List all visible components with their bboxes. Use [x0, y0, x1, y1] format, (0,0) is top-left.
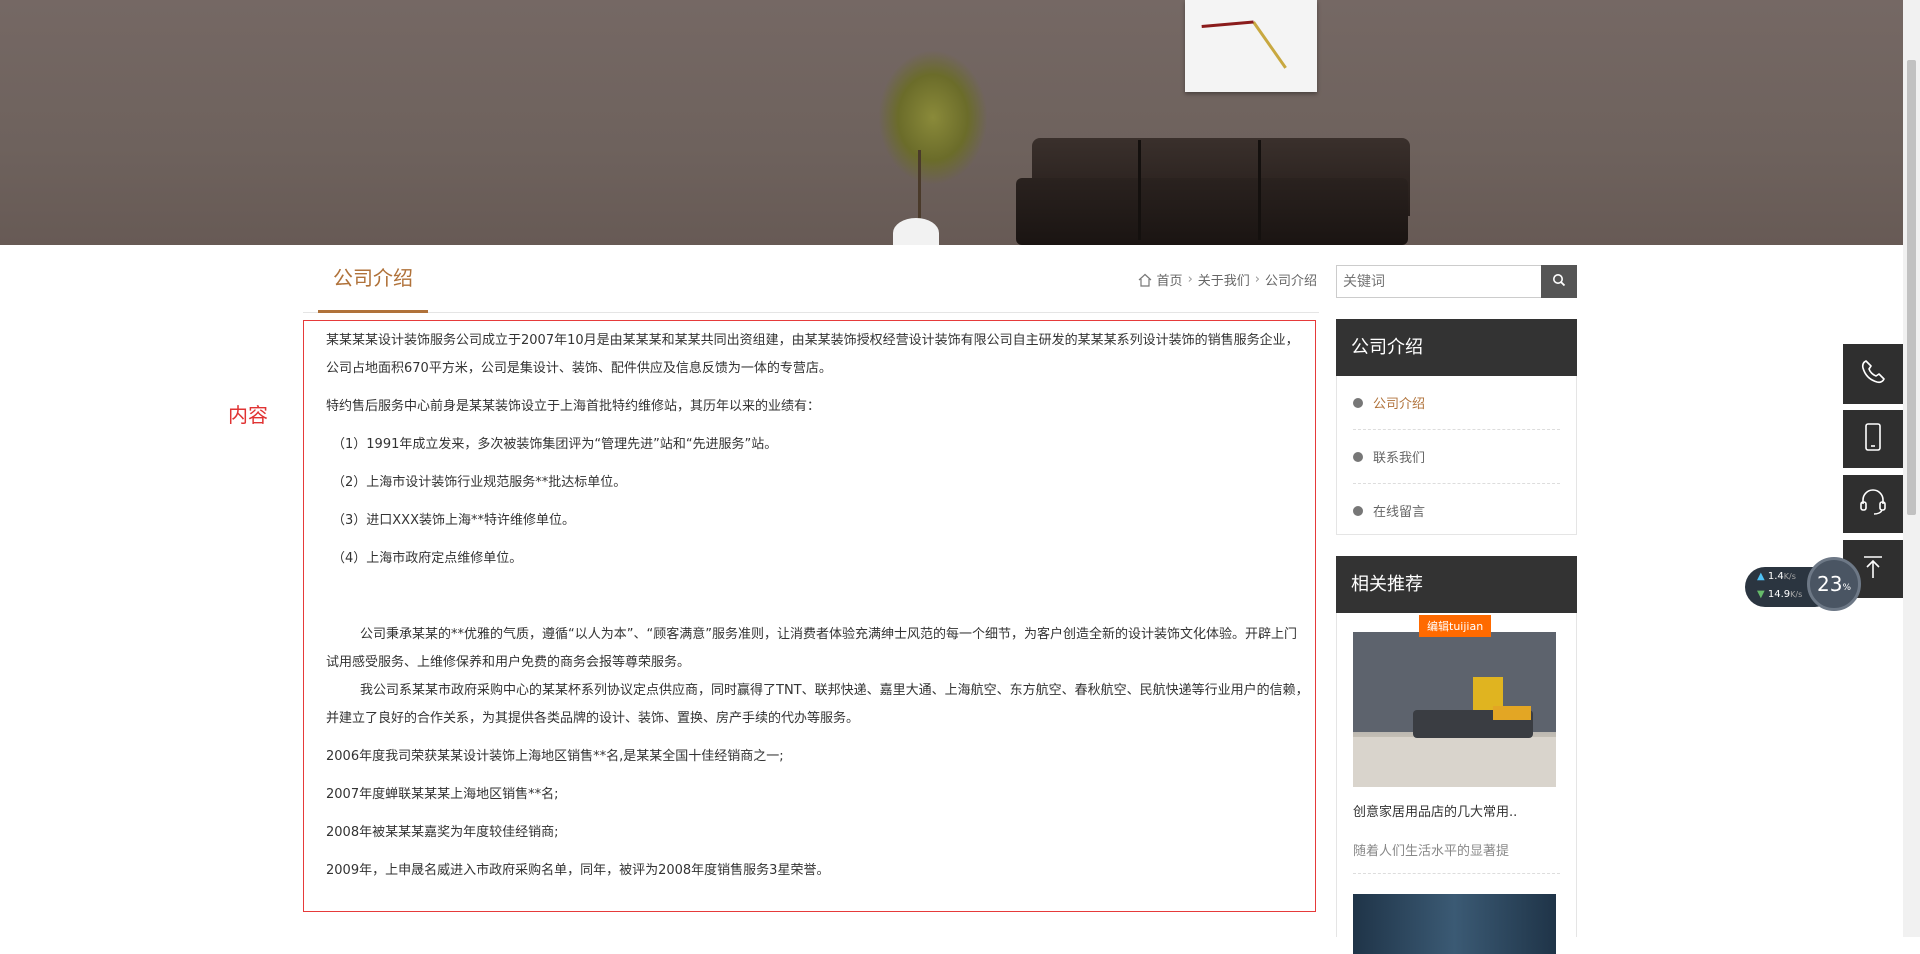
related-item-image[interactable]	[1353, 894, 1556, 954]
search-input[interactable]	[1336, 265, 1543, 298]
paragraph: 2006年度我司荣获某某设计装饰上海地区销售**名,是某某全国十佳经销商之一;	[326, 749, 784, 764]
paragraph: 某某某某设计装饰服务公司成立于2007年10月是由某某某和某某共同出资组建，由某…	[326, 333, 1299, 376]
bullet-icon	[1353, 397, 1363, 408]
wall-clock	[1185, 0, 1317, 92]
paragraph: 2009年，上申晟名威进入市政府采购名单，同年，被评为2008年度销售服务3星荣…	[326, 863, 830, 878]
paragraph: 公司秉承某某的**优雅的气质，遵循“以人为本”、“顾客满意”服务准则，让消费者体…	[326, 627, 1297, 670]
scrollbar-thumb[interactable]	[1907, 60, 1916, 515]
paragraph: 2008年被某某某嘉奖为年度较佳经销商;	[326, 825, 559, 840]
paragraph: （3）进口XXX装饰上海**特许维修单位。	[332, 513, 575, 528]
phone-button[interactable]	[1843, 344, 1903, 404]
article-content: 某某某某设计装饰服务公司成立于2007年10月是由某某某和某某共同出资组建，由某…	[303, 320, 1316, 912]
paragraph: （2）上海市设计装饰行业规范服务**批达标单位。	[332, 475, 627, 490]
sidebar-item-message[interactable]: 在线留言	[1353, 484, 1560, 537]
cpu-usage-indicator: 23%	[1807, 557, 1861, 611]
paragraph: 2007年度蝉联某某某上海地区销售**名;	[326, 787, 559, 802]
page-header: 公司介绍 首页 › 关于我们 › 公司介绍	[303, 258, 1319, 313]
sidebar-item-company-intro[interactable]: 公司介绍	[1353, 376, 1560, 430]
paragraph: （4）上海市政府定点维修单位。	[332, 551, 523, 566]
paragraph: 特约售后服务中心前身是某某装饰设立于上海首批特约维修站，其历年以来的业绩有：	[326, 399, 821, 414]
content-annotation-label: 内容	[228, 403, 268, 427]
phone-icon	[1858, 357, 1888, 391]
breadcrumb-about[interactable]: 关于我们	[1198, 270, 1250, 289]
related-item-desc: 随着人们生活水平的显著提	[1353, 840, 1560, 874]
plant	[878, 50, 988, 185]
download-speed: 14.9	[1767, 589, 1791, 600]
related-item-tag: 编辑tuijian	[1419, 615, 1492, 637]
headset-icon	[1857, 487, 1889, 521]
customer-service-button[interactable]	[1843, 475, 1903, 533]
home-icon	[1138, 273, 1152, 287]
banner-image	[0, 0, 1903, 245]
related-item-image[interactable]	[1353, 632, 1556, 787]
related-title: 相关推荐	[1336, 556, 1577, 613]
page-scrollbar[interactable]	[1903, 0, 1920, 937]
search-box	[1336, 265, 1577, 298]
arrow-up-icon	[1861, 554, 1885, 584]
chevron-right-icon: ›	[1254, 272, 1260, 287]
upload-speed: 1.4	[1767, 571, 1784, 582]
network-speed-widget[interactable]: ▲ 1.4K/s ▼ 14.9K/s 23%	[1745, 557, 1861, 611]
sidebar-item-contact[interactable]: 联系我们	[1353, 430, 1560, 484]
breadcrumb-home[interactable]: 首页	[1157, 270, 1183, 289]
breadcrumb-current: 公司介绍	[1264, 274, 1317, 289]
page-title: 公司介绍	[318, 258, 428, 313]
search-icon	[1552, 272, 1566, 291]
related-panel: 相关推荐 编辑tuijian 创意家居用品店的几大常用.. 随着人们生活水平的显…	[1336, 556, 1577, 954]
paragraph: 我公司系某某市政府采购中心的某某杯系列协议定点供应商，同时赢得了TNT、联邦快递…	[326, 683, 1309, 726]
chevron-right-icon: ›	[1187, 272, 1193, 287]
paragraph: （1）1991年成立发来，多次被装饰集团评为“管理先进”站和“先进服务”站。	[332, 437, 778, 452]
mobile-button[interactable]	[1843, 410, 1903, 468]
bullet-icon	[1353, 505, 1363, 516]
breadcrumb: 首页 › 关于我们 › 公司介绍	[1138, 270, 1317, 289]
mobile-icon	[1862, 422, 1884, 456]
sidebar-nav-title: 公司介绍	[1336, 319, 1577, 376]
vase	[893, 218, 939, 245]
related-item-title[interactable]: 创意家居用品店的几大常用..	[1353, 801, 1560, 820]
sidebar-nav-panel: 公司介绍 公司介绍 联系我们 在线留言	[1336, 319, 1577, 535]
sidebar-nav-list: 公司介绍 联系我们 在线留言	[1337, 376, 1576, 537]
bullet-icon	[1353, 451, 1363, 462]
related-item[interactable]: 编辑tuijian 创意家居用品店的几大常用.. 随着人们生活水平的显著提	[1337, 613, 1576, 954]
search-button[interactable]	[1541, 265, 1577, 298]
